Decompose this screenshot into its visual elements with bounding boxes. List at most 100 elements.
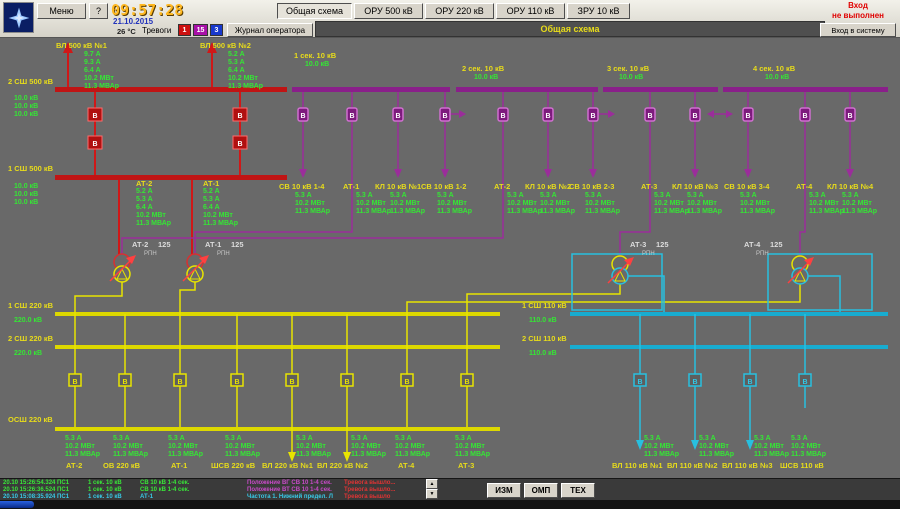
alarm-count-critical[interactable]: 1 — [178, 24, 191, 36]
breaker-state[interactable]: В — [802, 379, 807, 386]
teh-button[interactable]: ТЕХ — [561, 483, 595, 498]
busbar-110-2[interactable] — [570, 345, 888, 349]
bay-values: 5.3 А10.2 МВт11.3 МВАр — [809, 192, 844, 216]
breaker-state[interactable]: В — [395, 113, 400, 120]
bay-values: 5.3 А10.2 МВт11.3 МВАр — [390, 192, 425, 216]
bay-values: 5.3 А10.2 МВт11.3 МВАр — [654, 192, 689, 216]
log-scroll-down-button[interactable]: ▼ — [426, 489, 438, 499]
log-entry[interactable]: 20.10 15:26:36.524 ПС11 сек. 10 кВСВ 10 … — [0, 487, 424, 494]
busbar-220-osh[interactable] — [55, 427, 500, 431]
breaker-state[interactable]: В — [237, 113, 242, 120]
bay-values: 5.3 А10.2 МВт11.3 МВАр — [754, 435, 789, 459]
breaker-state[interactable]: В — [72, 379, 77, 386]
bus-label: 2 СШ 220 кВ — [8, 335, 53, 343]
busbar-10-sec4[interactable] — [723, 87, 888, 92]
log-scroll-up-button[interactable]: ▲ — [426, 479, 438, 489]
breaker-state[interactable]: В — [802, 113, 807, 120]
bay-values: 5.3 А10.2 МВт11.3 МВАр — [351, 435, 386, 459]
bay-label: КЛ 10 кВ №2 — [525, 183, 571, 191]
bay-values: 5.3 А10.2 МВт11.3 МВАр — [296, 435, 331, 459]
breaker-state[interactable]: В — [237, 141, 242, 148]
busbar-10-sec1[interactable] — [292, 87, 450, 92]
bus-values: 10.0 кВ10.0 кВ10.0 кВ — [14, 95, 38, 119]
clock-date: 21.10.2015 — [113, 17, 153, 26]
tab-oru-220[interactable]: ОРУ 220 кВ — [425, 3, 494, 19]
transformer-name[interactable]: АТ-1 — [205, 241, 221, 249]
breaker-state[interactable]: В — [289, 379, 294, 386]
arrow-down-icon — [394, 169, 402, 178]
operator-journal-button[interactable]: Журнал оператора — [227, 23, 313, 37]
app-logo-icon[interactable] — [3, 2, 34, 33]
breaker-state[interactable]: В — [637, 379, 642, 386]
busbar-220-1[interactable] — [55, 312, 500, 316]
breaker-state[interactable]: В — [745, 113, 750, 120]
bay-values: 5.3 А10.2 МВт11.3 МВАр — [168, 435, 203, 459]
bus-voltage: 220.0 кВ — [14, 317, 42, 325]
bay-label: ВЛ 110 кВ №2 — [667, 462, 718, 470]
transformer-name[interactable]: АТ-4 — [744, 241, 760, 249]
transformer-name[interactable]: АТ-2 — [132, 241, 148, 249]
tab-oru-500[interactable]: ОРУ 500 кВ — [354, 3, 423, 19]
breaker-state[interactable]: В — [647, 113, 652, 120]
omp-button[interactable]: ОМП — [524, 483, 558, 498]
tab-zru-10[interactable]: ЗРУ 10 кВ — [567, 3, 630, 19]
bay-values: 5.3 А10.2 МВт11.3 МВАр — [113, 435, 148, 459]
transformer-name[interactable]: АТ-3 — [630, 241, 646, 249]
bay-label: АТ-3 — [641, 183, 657, 191]
login-button[interactable]: Вход в систему — [820, 23, 896, 37]
breaker-state[interactable]: В — [344, 379, 349, 386]
breaker-state[interactable]: В — [692, 113, 697, 120]
bay-label: АТ-4 — [398, 462, 414, 470]
breaker-state[interactable]: В — [234, 379, 239, 386]
bay-values: 5.3 А10.2 МВт11.3 МВАр — [507, 192, 542, 216]
screen-title-bar: Общая схема — [315, 21, 825, 37]
busbar-10-sec2[interactable] — [456, 87, 598, 92]
arrow-down-icon — [636, 440, 644, 450]
bay-values: 5.3 А10.2 МВт11.3 МВАр — [437, 192, 472, 216]
log-entry[interactable]: 20.10 15:26:54.324 ПС11 сек. 10 кВСВ 10 … — [0, 480, 424, 487]
help-button[interactable]: ? — [89, 3, 108, 19]
breaker-state[interactable]: В — [300, 113, 305, 120]
bus-label: 2 СШ 500 кВ — [8, 78, 53, 86]
arrow-down-icon — [299, 169, 307, 178]
autotransformer-symbols[interactable] — [114, 254, 808, 284]
busbar-220-2[interactable] — [55, 345, 500, 349]
feeder-values: 9.7 А9.3 А6.4 А10.2 МВт11.3 МВАр — [84, 51, 119, 91]
alarm-count-info[interactable]: 3 — [210, 24, 223, 36]
breaker-state[interactable]: В — [122, 379, 127, 386]
bay-label: АТ-2 — [66, 462, 82, 470]
breaker-state[interactable]: В — [404, 379, 409, 386]
tab-oru-110[interactable]: ОРУ 110 кВ — [496, 3, 565, 19]
breaker-state[interactable]: В — [500, 113, 505, 120]
breaker-state[interactable]: В — [92, 113, 97, 120]
bay-label: СВ 10 кВ 2-3 — [569, 183, 614, 191]
bay-label: ШСВ 220 кВ — [211, 462, 255, 470]
izm-button[interactable]: ИЗМ — [487, 483, 521, 498]
busbar-10-sec3[interactable] — [603, 87, 718, 92]
bottom-strip — [0, 500, 900, 509]
feeder-values: 5.2 А5.3 А6.4 А10.2 МВт11.3 МВАр — [228, 51, 263, 91]
alarm-count-warning[interactable]: 15 — [193, 24, 208, 36]
bay-label: ОВ 220 кВ — [103, 462, 140, 470]
breaker-state[interactable]: В — [590, 113, 595, 120]
menu-button[interactable]: Меню — [37, 3, 86, 19]
breaker-state[interactable]: В — [442, 113, 447, 120]
bay-label: СВ 10 кВ 1-2 — [421, 183, 466, 191]
breaker-state[interactable]: В — [747, 379, 752, 386]
top-toolbar: Меню ? 09:57:28 21.10.2015 26 °С Тревоги… — [0, 0, 900, 38]
transformer-tap: 125 — [656, 241, 669, 249]
breaker-state[interactable]: В — [692, 379, 697, 386]
breaker-state[interactable]: В — [349, 113, 354, 120]
breaker-state[interactable]: В — [177, 379, 182, 386]
bay-values: 5.3 А10.2 МВт11.3 МВАр — [540, 192, 575, 216]
transformer-sub: РПН — [144, 250, 157, 258]
breaker-state[interactable]: В — [464, 379, 469, 386]
tab-obshchaya-skhema[interactable]: Общая схема — [277, 3, 352, 19]
bay-values: 5.3 А10.2 МВт11.3 МВАр — [740, 192, 775, 216]
busbar-500-1[interactable] — [55, 175, 287, 180]
breaker-state[interactable]: В — [847, 113, 852, 120]
breaker-state[interactable]: В — [92, 141, 97, 148]
busbar-110-1[interactable] — [570, 312, 888, 316]
feeder-label: АТ-2 — [136, 180, 152, 188]
breaker-state[interactable]: В — [545, 113, 550, 120]
